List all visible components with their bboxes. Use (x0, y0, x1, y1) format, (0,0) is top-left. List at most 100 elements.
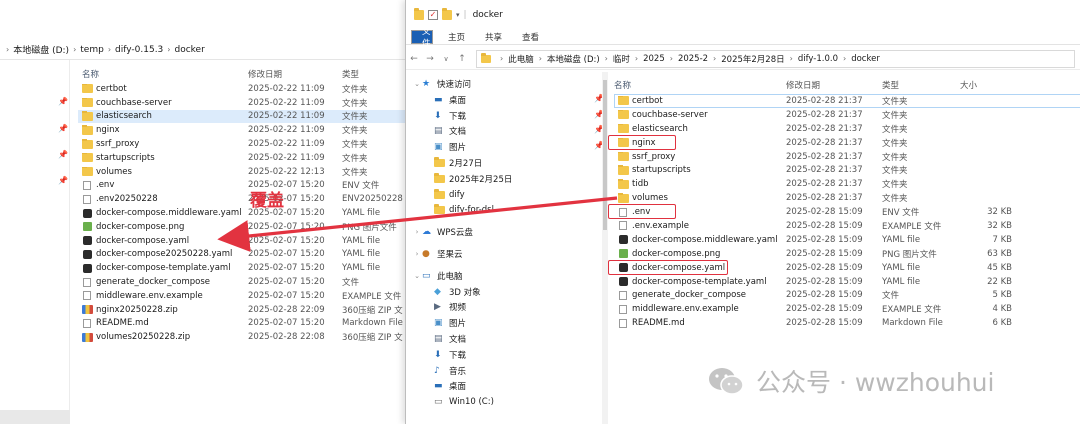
file-row[interactable]: couchbase-server 2025-02-22 11:09 文件夹 (78, 96, 410, 110)
file-row[interactable]: ssrf_proxy 2025-02-22 11:09 文件夹 (78, 137, 410, 151)
column-header-type[interactable]: 类型 (342, 68, 410, 80)
file-row[interactable]: .env 2025-02-07 15:20 ENV 文件 (78, 179, 410, 193)
file-row[interactable]: volumes20250228.zip 2025-02-28 22:08 360压缩… (78, 330, 410, 344)
file-row[interactable]: startupscripts 2025-02-22 11:09 文件夹 (78, 151, 410, 165)
ribbon-tab[interactable]: 文件 (411, 27, 433, 49)
nav-item[interactable]: ▬ 桌面 (424, 378, 466, 394)
file-row[interactable]: README.md 2025-02-28 15:09 Markdown File 6 … (614, 316, 1080, 330)
nav-item[interactable]: ▭ Win10 (C:) (424, 394, 494, 410)
file-row[interactable]: nginx 2025-02-28 21:37 文件夹 (608, 134, 1080, 150)
file-row[interactable]: generate_docker_compose 2025-02-07 15:20 文… (78, 275, 410, 289)
column-header-name[interactable]: 名称 (78, 68, 248, 80)
column-header-date[interactable]: 修改日期 (248, 68, 342, 80)
nav-item[interactable]: ⬇ 下载 (424, 347, 466, 363)
ribbon-tab[interactable]: 主页 (438, 30, 475, 44)
nav-item[interactable]: ▶ 视频 (424, 299, 466, 315)
chevron-icon[interactable]: ⌄ (412, 272, 422, 280)
column-header-type[interactable]: 类型 (882, 79, 948, 91)
file-row[interactable]: docker-compose.yaml 2025-02-28 15:09 YAML … (608, 259, 1080, 275)
file-type: YAML file (882, 234, 921, 245)
up-icon[interactable]: ↑ (454, 54, 470, 64)
breadcrumb-item[interactable]: 2025-2 (678, 54, 708, 64)
file-row[interactable]: .env.example 2025-02-28 15:09 EXAMPLE 文件 32… (614, 219, 1080, 233)
file-row[interactable]: nginx20250228.zip 2025-02-28 22:09 360压缩 Z… (78, 303, 410, 317)
file-row[interactable]: .env20250228 2025-02-07 15:20 ENV20250228 (78, 192, 410, 206)
nav-item[interactable]: ♪ 音乐 (424, 363, 466, 379)
breadcrumb-item[interactable]: temp (80, 45, 104, 55)
file-row[interactable]: .env 2025-02-28 15:09 ENV 文件 32 KB (608, 204, 1080, 220)
file-name-cell: generate_docker_compose (614, 290, 786, 300)
file-row[interactable]: README.md 2025-02-07 15:20 Markdown File (78, 317, 410, 331)
column-header-date[interactable]: 修改日期 (786, 79, 882, 91)
quick-access-dropdown-icon[interactable]: ▾ (456, 11, 460, 19)
address-bar[interactable]: › 此电脑 › 本地磁盘 (D:) › 临时 › 2025 › 2025-2 › 2025年2月28日… (476, 49, 1075, 68)
chevron-icon[interactable]: › (412, 250, 422, 258)
breadcrumb-item[interactable]: dify-0.15.3 (115, 45, 163, 55)
nav-item[interactable]: ▣ 图片 (424, 139, 466, 155)
file-row[interactable]: nginx 2025-02-22 11:09 文件夹 (78, 123, 410, 137)
file-date: 2025-02-07 15:20 (248, 277, 325, 288)
breadcrumb-item[interactable]: 此电脑 (508, 53, 534, 65)
file-row[interactable]: volumes 2025-02-28 21:37 文件夹 (614, 191, 1080, 205)
breadcrumb-item[interactable]: 临时 (613, 53, 630, 65)
breadcrumb-item[interactable]: 本地磁盘 (D:) (547, 53, 600, 65)
folder-icon (618, 151, 629, 161)
nav-item[interactable]: ▬ 桌面 (424, 92, 466, 108)
nav-item[interactable]: ⬇ 下载 (424, 108, 466, 124)
scrollbar-thumb[interactable] (603, 80, 607, 230)
breadcrumb-item[interactable]: 2025 (643, 54, 665, 64)
nav-item[interactable]: dify (424, 187, 465, 203)
file-row[interactable]: startupscripts 2025-02-28 21:37 文件夹 (614, 163, 1080, 177)
file-name-cell: certbot (78, 83, 248, 94)
nav-item[interactable]: › ● 坚果云 (412, 246, 463, 262)
file-row[interactable]: elasticsearch 2025-02-22 11:09 文件夹 (78, 109, 410, 124)
nav-scrollbar[interactable] (602, 72, 608, 424)
file-row[interactable]: elasticsearch 2025-02-28 21:37 文件夹 (614, 122, 1080, 136)
file-row[interactable]: ssrf_proxy 2025-02-28 21:37 文件夹 (614, 150, 1080, 164)
file-row[interactable]: docker-compose.middleware.yaml 2025-02-28… (614, 233, 1080, 247)
file-row[interactable]: docker-compose.png 2025-02-07 15:20 PNG 图片… (78, 220, 410, 234)
recent-dropdown-icon[interactable]: ∨ (438, 55, 454, 63)
file-row[interactable]: middleware.env.example 2025-02-07 15:20 EX… (78, 289, 410, 303)
properties-icon[interactable]: ✓ (428, 10, 438, 20)
ribbon-tab[interactable]: 共享 (475, 30, 512, 44)
file-row[interactable]: docker-compose.png 2025-02-28 15:09 PNG 图片… (614, 247, 1080, 261)
chevron-icon[interactable]: › (412, 228, 422, 236)
column-header-size[interactable]: 大小 (948, 79, 1012, 91)
file-row[interactable]: middleware.env.example 2025-02-28 15:09 EX… (614, 302, 1080, 316)
nav-item[interactable]: 2025年2月25日 (424, 171, 512, 187)
nav-item[interactable]: ▤ 文档 (424, 123, 466, 139)
nav-item[interactable]: ⌄ ▭ 此电脑 (412, 268, 462, 284)
file-row[interactable]: docker-compose-template.yaml 2025-02-07 1… (78, 261, 410, 275)
forward-icon[interactable]: → (422, 54, 438, 64)
file-row[interactable]: docker-compose.yaml 2025-02-07 15:20 YAML … (78, 234, 410, 248)
breadcrumb-item[interactable]: 2025年2月28日 (721, 53, 784, 65)
chevron-icon[interactable]: ⌄ (412, 80, 422, 88)
nav-item[interactable]: dify-for-dsl (424, 202, 494, 218)
nav-item[interactable]: 2月27日 (424, 155, 482, 171)
file-row[interactable]: generate_docker_compose 2025-02-28 15:09 文… (614, 288, 1080, 302)
breadcrumb-item[interactable]: 本地磁盘 (D:) (13, 43, 69, 56)
file-row[interactable]: couchbase-server 2025-02-28 21:37 文件夹 (614, 108, 1080, 122)
nav-item[interactable]: ◆ 3D 对象 (424, 284, 481, 300)
nav-item[interactable]: › ☁ WPS云盘 (412, 224, 473, 240)
file-row[interactable]: tidb 2025-02-28 21:37 文件夹 (614, 177, 1080, 191)
file-row[interactable]: docker-compose.middleware.yaml 2025-02-07… (78, 206, 410, 220)
navigation-bar: ← → ∨ ↑ › 此电脑 › 本地磁盘 (D:) › 临时 › 2025 › 2025-2 › 20… (406, 48, 1080, 70)
back-icon[interactable]: ← (406, 54, 422, 64)
file-row[interactable]: volumes 2025-02-22 12:13 文件夹 (78, 165, 410, 179)
nav-item[interactable]: ▣ 图片 (424, 315, 466, 331)
file-row[interactable]: docker-compose-template.yaml 2025-02-28 1… (614, 275, 1080, 289)
nav-item[interactable]: ⌄ ★ 快速访问 (412, 76, 471, 92)
column-header-name[interactable]: 名称 (614, 79, 786, 91)
file-row[interactable]: docker-compose20250228.yaml 2025-02-07 15… (78, 248, 410, 262)
left-address-bar[interactable]: › 本地磁盘 (D:) › temp › dify-0.15.3 › docker (0, 40, 410, 60)
breadcrumb-item[interactable]: docker (851, 54, 880, 64)
file-row[interactable]: certbot 2025-02-22 11:09 文件夹 (78, 82, 410, 96)
ribbon-tab[interactable]: 查看 (512, 30, 549, 44)
breadcrumb-item[interactable]: docker (174, 45, 204, 55)
file-row[interactable]: certbot 2025-02-28 21:37 文件夹 (614, 94, 1080, 108)
new-folder-icon[interactable] (442, 8, 452, 20)
nav-item[interactable]: ▤ 文档 (424, 331, 466, 347)
breadcrumb-item[interactable]: dify-1.0.0 (798, 54, 838, 64)
